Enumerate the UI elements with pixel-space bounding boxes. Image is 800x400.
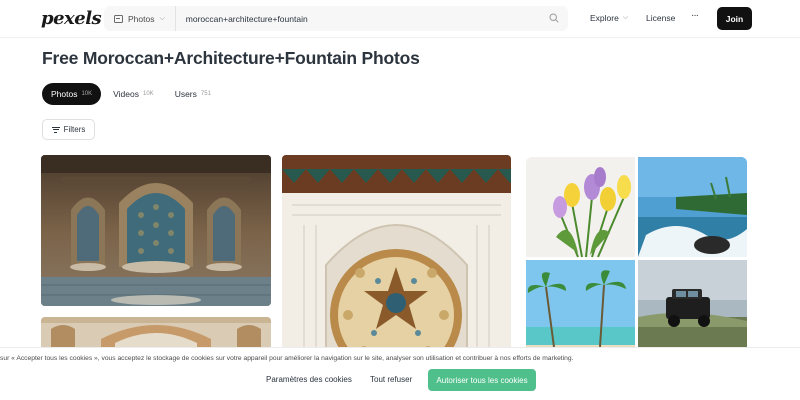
photo-collection-collage[interactable] [526, 157, 747, 357]
refuse-all-button[interactable]: Tout refuser [370, 375, 412, 384]
tab-users[interactable]: Users 751 [166, 83, 220, 105]
photo-image [41, 155, 271, 306]
nav-license[interactable]: License [646, 13, 675, 23]
photo-carved-arch[interactable] [282, 155, 511, 355]
tab-label: Users [174, 89, 197, 99]
pexels-logo[interactable]: pexels [41, 8, 102, 29]
cookie-banner: sur « Accepter tous les cookies », vous … [0, 347, 800, 400]
tab-label: Photos [51, 89, 78, 99]
cookie-text: sur « Accepter tous les cookies », vous … [0, 355, 574, 362]
chevron-down-icon: ⌵ [622, 14, 629, 21]
nav-explore-label: Explore [590, 13, 619, 23]
join-button[interactable]: Join [717, 7, 752, 30]
tab-count: 751 [200, 91, 211, 97]
photo-image [526, 157, 747, 357]
filters-label: Filters [63, 125, 86, 134]
tab-videos[interactable]: Videos 10K [104, 83, 163, 105]
filter-icon [51, 126, 60, 133]
photo-image [282, 155, 511, 355]
tab-photos[interactable]: Photos 10K [42, 83, 102, 105]
media-tabs: Photos 10K Videos 10K Users 751 [42, 83, 223, 105]
photo-fountain-wall[interactable] [41, 155, 271, 306]
more-menu-button[interactable]: ··· [691, 10, 699, 21]
search-type-dropdown[interactable]: Photos ⌵ [104, 6, 176, 31]
header: pexels Photos ⌵ Explore ⌵ License ··· Jo… [0, 0, 800, 37]
tab-count: 10K [143, 91, 154, 97]
accept-all-cookies-button[interactable]: Autoriser tous les cookies [428, 369, 536, 391]
nav-explore[interactable]: Explore ⌵ [590, 13, 628, 23]
chevron-down-icon: ⌵ [159, 14, 165, 22]
search-bar: Photos ⌵ [104, 6, 568, 31]
header-divider [0, 37, 800, 38]
image-icon [114, 14, 123, 23]
page-title: Free Moroccan+Architecture+Fountain Phot… [42, 48, 420, 68]
search-input[interactable] [175, 13, 536, 24]
tab-count: 10K [81, 91, 93, 97]
search-type-label: Photos [128, 13, 155, 24]
search-icon[interactable] [549, 13, 559, 23]
filters-button[interactable]: Filters [42, 119, 95, 140]
tab-label: Videos [113, 89, 139, 99]
cookie-settings-button[interactable]: Paramètres des cookies [266, 375, 352, 384]
